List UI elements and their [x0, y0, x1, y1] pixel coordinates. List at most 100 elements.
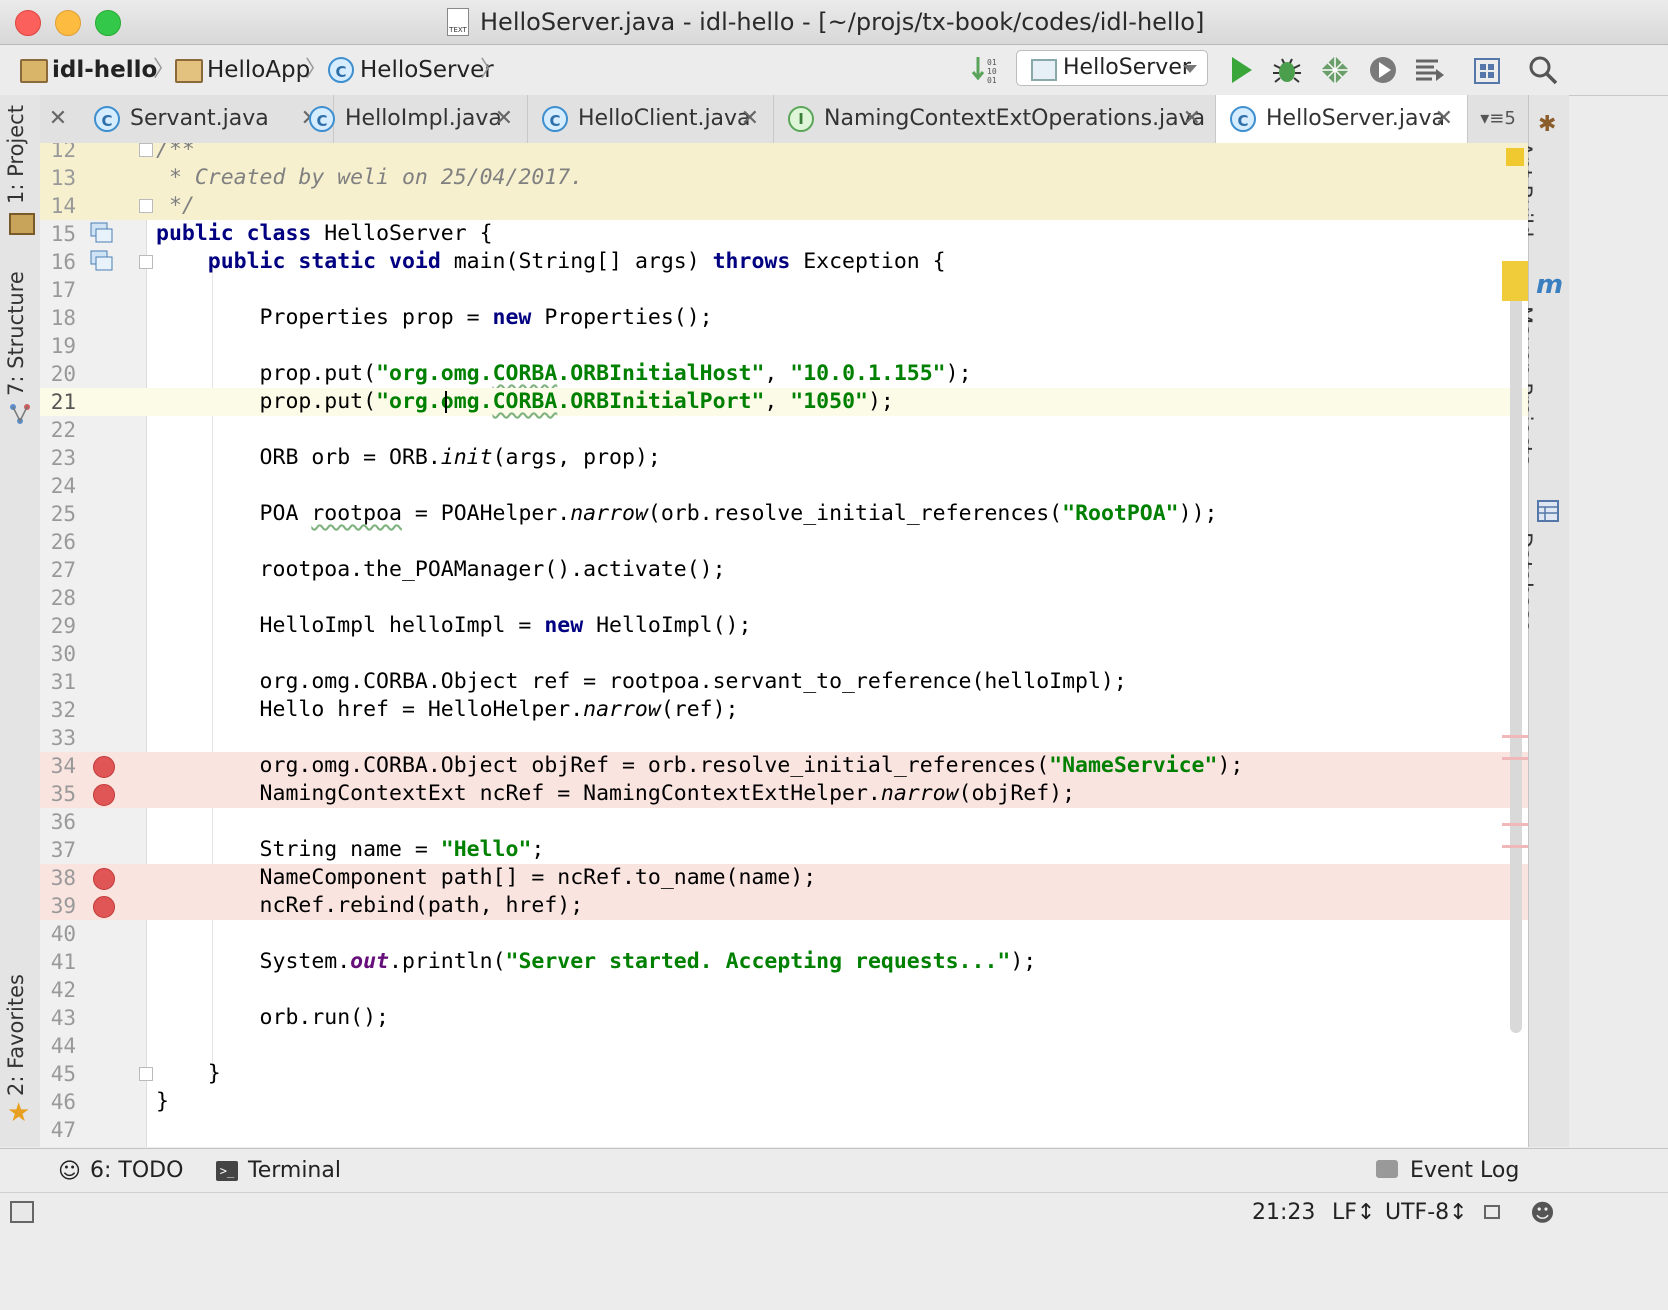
code-line-27: 27 rootpoa.the_POAManager().activate();: [50, 557, 726, 582]
error-stripe-marker[interactable]: [1502, 823, 1528, 826]
overridden-method-icon[interactable]: [90, 250, 114, 272]
svg-text:01: 01: [987, 76, 997, 85]
code-line-29: 29 HelloImpl helloImpl = new HelloImpl()…: [50, 613, 752, 638]
code-text: org.omg.CORBA.Object ref = rootpoa.serva…: [156, 669, 1127, 694]
code-text: ORB orb = ORB.init(args, prop);: [156, 445, 661, 470]
structure-icon: [10, 404, 30, 424]
tab-close-icon[interactable]: ✕: [495, 95, 513, 143]
tool-tab-structure[interactable]: 7: Structure: [4, 271, 28, 396]
breakpoint-icon[interactable]: [93, 784, 115, 806]
code-text: orb.run();: [156, 1005, 389, 1030]
code-text: POA rootpoa = POAHelper.narrow(orb.resol…: [156, 501, 1218, 526]
vertical-scrollbar[interactable]: [1510, 293, 1522, 1033]
error-stripe-marker[interactable]: [1502, 735, 1528, 738]
code-line-47: 47: [50, 1118, 76, 1142]
window-zoom-button[interactable]: [95, 10, 121, 36]
breakpoint-icon[interactable]: [93, 896, 115, 918]
code-line-38: 38 NameComponent path[] = ncRef.to_name(…: [40, 864, 1528, 892]
breadcrumb-package[interactable]: HelloApp: [207, 45, 310, 95]
code-text: }: [156, 1089, 169, 1114]
code-text: System.out.println("Server started. Acce…: [156, 949, 1037, 974]
breadcrumb-project[interactable]: idl-hello: [52, 45, 157, 95]
breadcrumb-separator-icon: 〉: [305, 57, 328, 82]
tab-namingcontextextoperations[interactable]: I NamingContextExtOperations.java ✕: [774, 95, 1216, 143]
tab-helloserver[interactable]: C HelloServer.java ✕: [1216, 95, 1468, 143]
navigation-bar: idl-hello 〉 HelloApp 〉 C HelloServer 〉 0…: [0, 45, 1668, 96]
coverage-icon[interactable]: [1318, 53, 1352, 87]
debug-icon[interactable]: [1270, 53, 1304, 87]
tool-tab-todo[interactable]: 6: TODO: [90, 1149, 183, 1193]
line-separator-select[interactable]: LF↕: [1332, 1193, 1375, 1233]
tool-tab-favorites[interactable]: 2: Favorites: [4, 974, 28, 1096]
sort-icon[interactable]: 01 10 01: [970, 53, 1004, 87]
tab-helloimpl[interactable]: C HelloImpl.java ✕: [295, 95, 528, 143]
code-line-33: 33: [50, 726, 76, 750]
breakpoint-icon[interactable]: [93, 756, 115, 778]
code-text: Hello href = HelloHelper.narrow(ref);: [156, 697, 739, 722]
inspection-status-icon[interactable]: [1506, 148, 1524, 166]
overridden-method-icon[interactable]: [90, 222, 114, 244]
tab-helloclient[interactable]: C HelloClient.java ✕: [528, 95, 774, 143]
code-editor[interactable]: 12 /** 13 * Created by weli on 25/04/201…: [40, 143, 1528, 1147]
tab-close-icon[interactable]: ✕: [1183, 95, 1201, 143]
tool-tab-terminal[interactable]: Terminal: [248, 1149, 341, 1193]
code-line-44: 44: [50, 1034, 76, 1058]
code-text: public static void main(String[] args) t…: [207, 249, 946, 274]
tool-tab-event-log[interactable]: Event Log: [1410, 1149, 1519, 1193]
class-icon: C: [94, 106, 120, 132]
breadcrumb-class[interactable]: HelloServer: [360, 45, 494, 95]
search-icon[interactable]: [1526, 53, 1560, 87]
run-icon[interactable]: [1224, 53, 1258, 87]
fold-marker-icon[interactable]: [139, 1067, 153, 1081]
code-line-14: 14 */: [40, 192, 1528, 220]
code-line-24: 24: [50, 474, 76, 498]
error-stripe-marker[interactable]: [1502, 845, 1528, 848]
code-text: prop.put("org.omg.CORBA.ORBInitialHost",…: [156, 361, 972, 386]
code-line-39: 39 ncRef.rebind(path, href);: [40, 892, 1528, 920]
code-text: prop.put("org.omg.CORBA.ORBInitialPort",…: [156, 389, 894, 414]
caret-position[interactable]: 21:23: [1252, 1193, 1315, 1233]
chevron-down-icon: [1183, 65, 1197, 73]
lock-icon[interactable]: [1484, 1205, 1500, 1219]
profile-icon[interactable]: [1366, 53, 1400, 87]
project-structure-icon[interactable]: [1470, 53, 1504, 87]
scroll-position-marker[interactable]: [1502, 261, 1528, 301]
window-minimize-button[interactable]: [55, 10, 81, 36]
fold-marker-icon[interactable]: [139, 199, 153, 213]
breadcrumb-separator-icon: 〉: [480, 57, 503, 82]
svg-text:10: 10: [987, 67, 997, 76]
event-log-icon: [1376, 1160, 1398, 1178]
code-text: rootpoa.the_POAManager().activate();: [156, 557, 726, 582]
code-line-23: 23 ORB orb = ORB.init(args, prop);: [50, 445, 661, 470]
tool-windows-toggle-icon[interactable]: [10, 1201, 34, 1223]
code-text: /**: [156, 143, 195, 162]
code-text: */: [156, 193, 195, 218]
class-icon: C: [542, 106, 568, 132]
fold-marker-icon[interactable]: [139, 255, 153, 269]
tab-close-icon[interactable]: ✕: [1435, 95, 1453, 143]
code-line-41: 41 System.out.println("Server started. A…: [50, 949, 1037, 974]
code-line-36: 36: [50, 810, 76, 834]
build-icon[interactable]: [1412, 53, 1446, 87]
run-configuration-select[interactable]: HelloServer: [1016, 50, 1208, 86]
encoding-select[interactable]: UTF-8↕: [1385, 1193, 1468, 1233]
class-icon: C: [328, 57, 354, 83]
database-icon: [1537, 500, 1559, 522]
inspector-icon[interactable]: ☻: [1530, 1199, 1555, 1227]
window-title: HelloServer.java - idl-hello - [~/projs/…: [480, 8, 1205, 36]
module-folder-icon: [20, 59, 48, 83]
breakpoint-icon[interactable]: [93, 868, 115, 890]
star-icon: ★: [7, 1098, 31, 1128]
tool-tab-project[interactable]: 1: Project: [4, 105, 28, 204]
error-stripe-marker[interactable]: [1502, 757, 1528, 760]
code-text: HelloImpl helloImpl = new HelloImpl();: [156, 613, 752, 638]
close-icon[interactable]: ✕: [40, 95, 76, 143]
fold-marker-icon[interactable]: [139, 143, 153, 157]
tab-close-icon[interactable]: ✕: [741, 95, 759, 143]
text-caret: [445, 391, 447, 413]
tabs-overflow-button[interactable]: ▾≡5: [1468, 95, 1528, 143]
code-line-35: 35 NamingContextExt ncRef = NamingContex…: [40, 780, 1528, 808]
window-close-button[interactable]: [15, 10, 41, 36]
code-text: }: [156, 1061, 221, 1086]
tool-window-bar: ☺ 6: TODO >_ Terminal Event Log: [0, 1148, 1668, 1193]
